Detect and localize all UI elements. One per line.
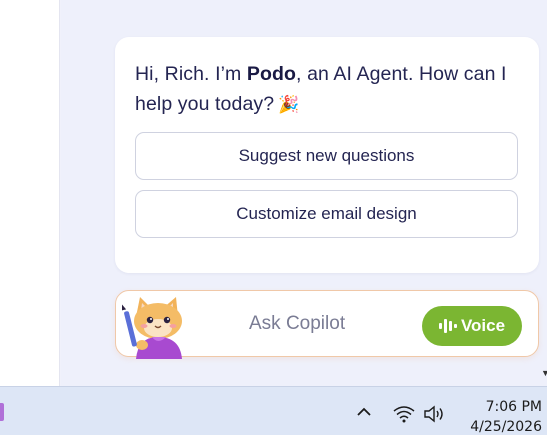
suggest-new-questions-button[interactable]: Suggest new questions [135,132,518,180]
wifi-icon[interactable] [393,405,415,423]
clock-time: 7:06 PM [485,399,542,415]
taskbar: 7:06 PM 4/25/2026 [0,386,547,435]
copilot-panel: Hi, Rich. I’m Podo, an AI Agent. How can… [61,0,547,386]
party-popper-icon: 🎉 [278,95,300,114]
ask-copilot-input-bar[interactable]: Ask Copilot Voice [115,290,539,359]
clock-date: 4/25/2026 [470,419,542,435]
greeting-prefix: Hi, Rich. I’m [135,63,247,85]
agent-name: Podo [246,63,297,85]
voice-wave-icon [438,319,457,333]
volume-icon[interactable] [423,405,445,423]
voice-label: Voice [460,316,506,335]
assistant-message-card: Hi, Rich. I’m Podo, an AI Agent. How can… [115,37,539,273]
greeting-text: Hi, Rich. I’m Podo, an AI Agent. How can… [135,59,527,120]
app-icon[interactable] [0,403,4,421]
left-pane [0,0,60,386]
chevron-up-icon[interactable] [355,405,373,419]
ask-copilot-placeholder[interactable]: Ask Copilot [249,313,345,335]
voice-button[interactable]: Voice [422,306,522,346]
taskbar-clock[interactable]: 7:06 PM 4/25/2026 [458,397,542,435]
scroll-down-arrow-icon[interactable]: ▼ [541,368,547,378]
customize-email-design-button[interactable]: Customize email design [135,190,518,238]
cat-mascot-icon [122,297,182,359]
